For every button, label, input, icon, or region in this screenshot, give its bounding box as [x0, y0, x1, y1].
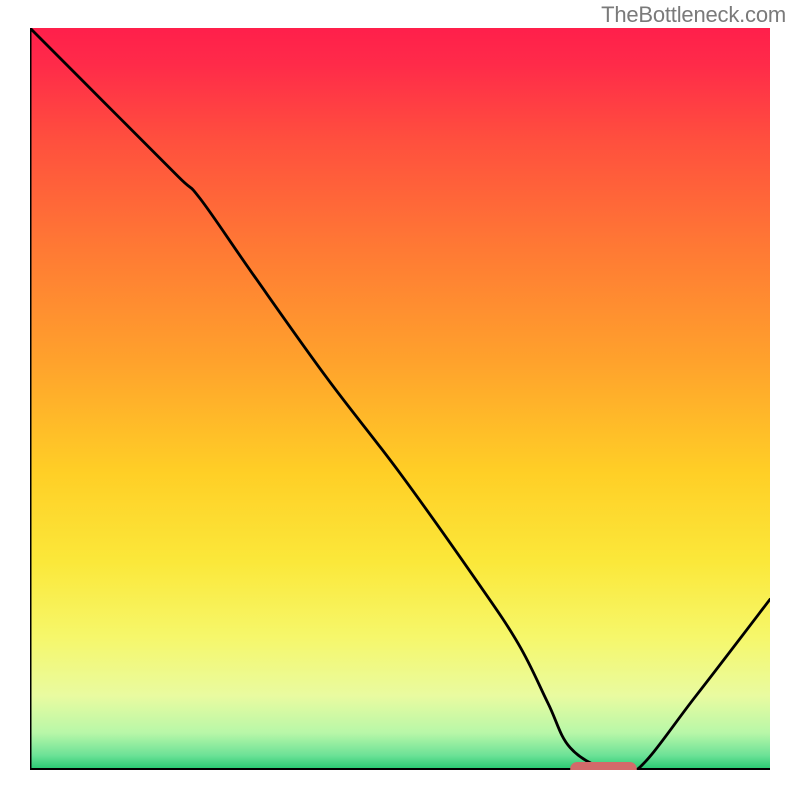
attribution-text: TheBottleneck.com: [601, 2, 786, 28]
optimal-marker: [570, 762, 637, 770]
chart-svg: [30, 28, 770, 770]
chart-area: [30, 28, 770, 770]
